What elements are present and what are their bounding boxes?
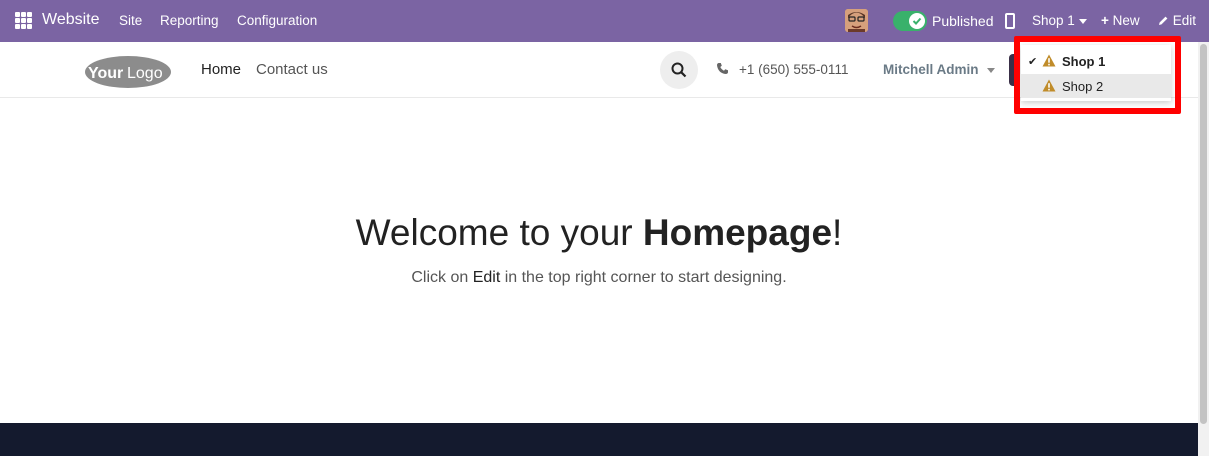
- shop-switcher[interactable]: Shop 1: [1032, 13, 1087, 28]
- mobile-preview-icon[interactable]: [1005, 13, 1015, 29]
- new-label: New: [1112, 13, 1140, 28]
- check-icon: [909, 13, 925, 29]
- phone-number[interactable]: +1 (650) 555-0111: [739, 62, 848, 77]
- title-bold-text: Homepage: [642, 212, 833, 253]
- user-avatar[interactable]: [845, 9, 868, 32]
- app-title[interactable]: Website: [42, 11, 100, 29]
- user-name: Mitchell Admin: [883, 62, 979, 77]
- publish-toggle[interactable]: [893, 11, 927, 31]
- logo-text-bold: Your: [88, 65, 123, 82]
- new-button[interactable]: + New: [1101, 13, 1140, 28]
- logo-text-light: Logo: [127, 65, 163, 82]
- edit-label: Edit: [1172, 13, 1197, 28]
- published-label[interactable]: Published: [932, 13, 994, 29]
- nav-home[interactable]: Home: [201, 61, 241, 78]
- phone-icon: [716, 62, 729, 80]
- subtitle-bold-text: Edit: [472, 269, 501, 286]
- search-button[interactable]: [660, 51, 698, 89]
- shop-switcher-label: Shop 1: [1032, 13, 1075, 28]
- apps-grid-icon[interactable]: [15, 12, 32, 29]
- site-footer: [0, 423, 1198, 456]
- menu-reporting[interactable]: Reporting: [160, 13, 219, 28]
- caret-down-icon: [986, 67, 995, 73]
- edit-button[interactable]: Edit: [1158, 13, 1196, 28]
- page-scrollbar[interactable]: [1198, 42, 1209, 456]
- plus-icon: +: [1101, 13, 1109, 28]
- scrollbar-thumb[interactable]: [1200, 44, 1207, 424]
- menu-site[interactable]: Site: [119, 13, 142, 28]
- pencil-icon: [1159, 16, 1168, 25]
- subtitle-text: Click on: [411, 269, 473, 286]
- homepage-title: Welcome to your Homepage!: [0, 212, 1198, 254]
- title-suffix: !: [832, 212, 843, 253]
- user-menu[interactable]: Mitchell Admin: [883, 62, 995, 77]
- homepage-subtitle: Click on Edit in the top right corner to…: [0, 269, 1198, 287]
- nav-contact-us[interactable]: Contact us: [256, 61, 328, 78]
- subtitle-suffix: in the top right corner to start designi…: [500, 269, 787, 286]
- highlight-box: [1014, 36, 1181, 114]
- title-text: Welcome to your: [355, 212, 643, 253]
- caret-down-icon: [1078, 18, 1087, 24]
- site-logo[interactable]: Your Logo: [84, 55, 172, 89]
- menu-configuration[interactable]: Configuration: [237, 13, 317, 28]
- search-icon: [671, 62, 687, 78]
